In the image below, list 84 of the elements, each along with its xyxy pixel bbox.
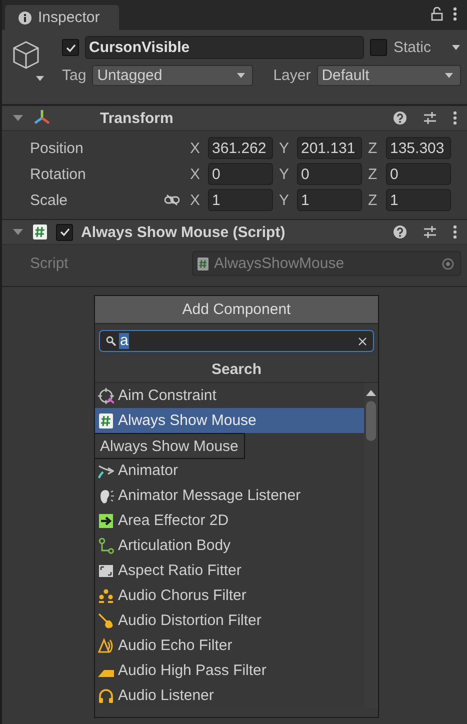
more-icon[interactable] [453,7,457,21]
search-field[interactable]: a [99,330,374,352]
list-item[interactable]: Animator [95,458,364,483]
component-header[interactable]: Always Show Mouse (Script) [2,219,467,245]
sound-wave-icon [98,638,114,654]
axis-label: Z [368,192,378,208]
axis-label: X [190,140,202,156]
more-icon[interactable] [453,225,457,239]
axis-label: Y [279,166,290,182]
component-title: Always Show Mouse (Script) [81,224,286,240]
axis-label: Y [279,140,290,156]
script-icon [32,224,48,240]
static-checkbox[interactable] [370,39,388,56]
caret-icon[interactable] [451,43,461,52]
list-item[interactable]: Area Effector 2D [95,508,364,533]
number-field[interactable]: 1 [297,189,362,211]
ear-icon [98,488,114,504]
lock-icon[interactable] [431,7,443,21]
number-field[interactable]: 1 [208,189,273,211]
number-field[interactable]: 201.131 [297,137,362,159]
scrollbar-thumb[interactable] [366,401,376,441]
field-label: Rotation [30,166,87,182]
axes-icon [32,109,52,127]
circles-icon [98,588,114,604]
script-icon [197,256,209,270]
field-label: Script [30,255,70,272]
axis-label: Z [368,166,378,182]
frame-icon [98,562,114,578]
number-field[interactable]: 0 [386,163,451,185]
preset-icon[interactable] [423,225,437,239]
layer-dropdown[interactable]: Default [316,65,461,86]
list-item[interactable]: Aspect Ratio Fitter [95,558,364,583]
more-icon[interactable] [453,111,457,125]
script-field: AlwaysShowMouse [192,251,461,276]
number-field[interactable]: 0 [208,163,273,185]
caret-icon [444,71,454,80]
tag-dropdown[interactable]: Untagged [92,65,254,86]
axis-label: X [190,192,202,208]
inspector-tab[interactable]: Inspector [5,5,119,30]
list-item[interactable]: Aim Constraint [95,383,364,408]
number-field[interactable]: 0 [297,163,362,185]
script-icon [98,412,114,428]
list-item[interactable]: Audio Distortion Filter [95,608,364,633]
enabled-checkbox[interactable] [56,224,73,240]
static-label: Static [393,39,431,56]
help-icon[interactable] [393,111,407,125]
joint-icon [98,538,114,554]
clear-icon[interactable] [358,336,367,346]
name-field[interactable]: CursonVisible [85,36,364,59]
axis-label: Z [368,140,378,156]
arrow-icon [98,462,114,478]
headphones-icon [98,688,114,704]
list-item[interactable]: Audio Echo Filter [95,633,364,658]
component-header[interactable]: Transform [2,105,467,131]
number-field[interactable]: 1 [386,189,451,211]
slope-icon [98,670,114,677]
list-item[interactable]: Audio Chorus Filter [95,583,364,608]
list-item[interactable]: Animator Message Listener [95,483,364,508]
active-checkbox[interactable] [62,39,79,56]
unlink-icon[interactable] [164,194,180,206]
add-component-button[interactable]: Add Component [95,296,378,324]
crosshair-icon [98,388,114,404]
list-item[interactable]: Articulation Body [95,533,364,558]
help-icon[interactable] [393,225,407,239]
preset-icon[interactable] [423,111,437,125]
field-label: Scale [30,192,69,208]
list-item[interactable]: Audio High Pass Filter [95,658,364,683]
number-field[interactable]: 361.262 [208,137,273,159]
list-item[interactable]: Always Show Mouse [95,408,364,433]
caret-icon [236,71,246,80]
target-icon[interactable] [442,258,454,270]
tooltip: Always Show Mouse [95,433,246,459]
number-field[interactable]: 135.303 [386,137,451,159]
axis-label: X [190,166,202,182]
list-item[interactable]: Audio Listener [95,683,364,708]
field-label: Position [30,140,84,156]
arrow-icon [98,512,114,528]
scroll-up-icon[interactable] [366,389,376,396]
component-title: Transform [100,110,174,126]
search-icon [106,336,116,346]
layer-label: Layer [273,67,311,84]
tag-label: Tag [62,67,86,84]
info-icon [18,10,32,24]
axis-label: Y [279,192,290,208]
